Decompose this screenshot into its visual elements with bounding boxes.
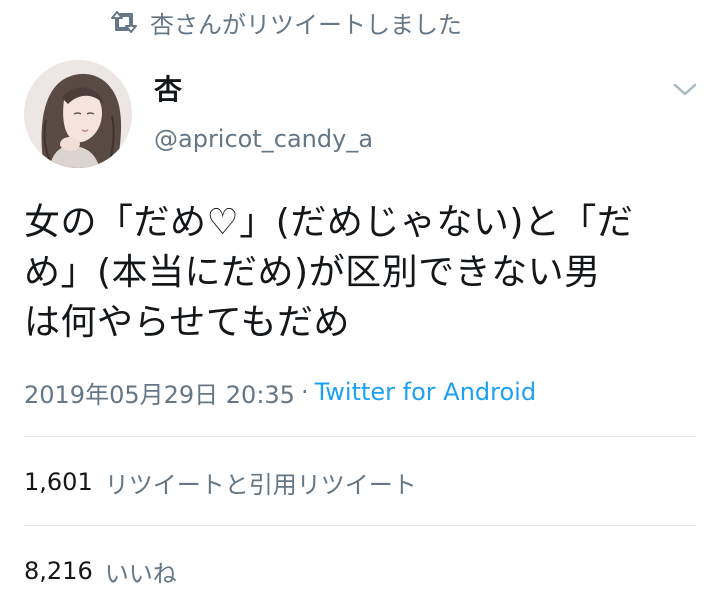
chevron-down-icon bbox=[673, 83, 697, 96]
likes-stat[interactable]: 8,216 いいね bbox=[24, 553, 177, 589]
illustrated-girl-avatar bbox=[24, 60, 132, 168]
retweets-stat[interactable]: 1,601 リツイートと引用リツイート bbox=[24, 464, 417, 500]
likes-label: いいね bbox=[104, 559, 177, 588]
tweet-text: 女の「だめ♡」(だめじゃない)と「だ め」(本当にだめ)が区別できない男 は何や… bbox=[24, 198, 704, 348]
timestamp[interactable]: 2019年05月29日 20:35 bbox=[24, 375, 295, 410]
retweet-context-text: 杏さんがリツイートしました bbox=[150, 10, 462, 39]
separator: · bbox=[300, 378, 309, 406]
retweets-label: リツイートと引用リツイート bbox=[104, 470, 417, 499]
divider bbox=[24, 525, 696, 526]
avatar[interactable] bbox=[24, 60, 132, 168]
username[interactable]: @apricot_candy_a bbox=[154, 122, 373, 156]
likes-count: 8,216 bbox=[24, 557, 93, 585]
retweets-count: 1,601 bbox=[24, 468, 93, 496]
tweet-text-line: め」(本当にだめ)が区別できない男 bbox=[24, 252, 601, 293]
tweet-text-line: は何やらせてもだめ bbox=[24, 302, 350, 343]
divider bbox=[24, 436, 696, 437]
more-menu-button[interactable] bbox=[672, 78, 698, 100]
display-name[interactable]: 杏 bbox=[154, 72, 182, 108]
source-link[interactable]: Twitter for Android bbox=[315, 378, 536, 406]
retweet-context: 杏さんがリツイートしました bbox=[110, 4, 462, 40]
tweet-detail: 杏さんがリツイートしました 杏 @apricot_candy_a 女の「だめ♡」… bbox=[0, 0, 720, 595]
retweet-icon bbox=[111, 11, 137, 33]
tweet-text-line: 女の「だめ♡」(だめじゃない)と「だ bbox=[24, 202, 634, 243]
timestamp-row: 2019年05月29日 20:35 · Twitter for Android bbox=[24, 374, 536, 410]
